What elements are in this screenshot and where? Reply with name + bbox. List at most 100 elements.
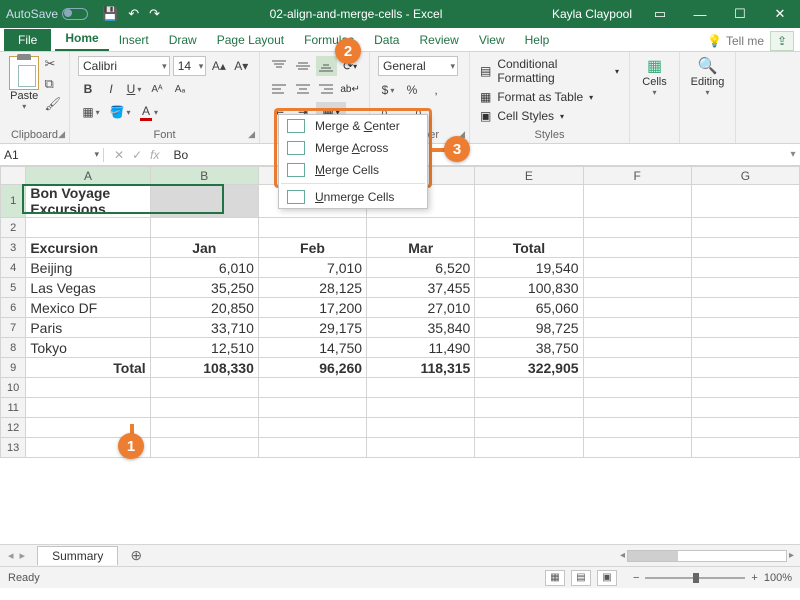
user-name[interactable]: Kayla Claypool: [544, 7, 640, 21]
cell-F8[interactable]: [583, 338, 691, 358]
bold-button[interactable]: B: [78, 79, 98, 99]
cell-E5[interactable]: 100,830: [475, 278, 583, 298]
cell-F12[interactable]: [583, 418, 691, 438]
cell-D11[interactable]: [367, 398, 475, 418]
worksheet[interactable]: A B C D E F G 1Bon Voyage Excursions23Ex…: [0, 166, 800, 544]
cell-B7[interactable]: 33,710: [150, 318, 258, 338]
cell-G13[interactable]: [691, 438, 799, 458]
horizontal-scrollbar[interactable]: [627, 550, 787, 562]
cell-F7[interactable]: [583, 318, 691, 338]
cell-E4[interactable]: 19,540: [475, 258, 583, 278]
align-left-icon[interactable]: [268, 79, 290, 99]
cell-F9[interactable]: [583, 358, 691, 378]
maximize-icon[interactable]: ☐: [720, 0, 760, 28]
cell-B11[interactable]: [150, 398, 258, 418]
cell-F4[interactable]: [583, 258, 691, 278]
menu-merge-center[interactable]: Merge & Center: [279, 115, 427, 137]
row-header-9[interactable]: 9: [1, 358, 26, 378]
cell-E12[interactable]: [475, 418, 583, 438]
align-top-icon[interactable]: [268, 56, 290, 76]
col-header-e[interactable]: E: [475, 167, 583, 185]
cell-G2[interactable]: [691, 218, 799, 238]
percent-icon[interactable]: %: [402, 80, 422, 100]
col-header-b[interactable]: B: [150, 167, 258, 185]
cell-G3[interactable]: [691, 238, 799, 258]
add-sheet-button[interactable]: ⊕: [122, 547, 150, 564]
cell-B8[interactable]: 12,510: [150, 338, 258, 358]
menu-merge-cells[interactable]: Merge Cells: [279, 159, 427, 181]
cell-D5[interactable]: 37,455: [367, 278, 475, 298]
underline-button[interactable]: U▾: [124, 79, 144, 99]
italic-button[interactable]: I: [101, 79, 121, 99]
row-header-2[interactable]: 2: [1, 218, 26, 238]
cells-button[interactable]: ▦ Cells ▾: [638, 56, 671, 97]
share-button[interactable]: ⇪: [770, 31, 794, 51]
align-right-icon[interactable]: [316, 79, 338, 99]
cell-C7[interactable]: 29,175: [258, 318, 366, 338]
cell-B10[interactable]: [150, 378, 258, 398]
cell-B5[interactable]: 35,250: [150, 278, 258, 298]
row-header-1[interactable]: 1: [1, 185, 26, 218]
cell-A4[interactable]: Beijing: [26, 258, 150, 278]
cell-E3[interactable]: Total: [475, 238, 583, 258]
cell-F6[interactable]: [583, 298, 691, 318]
cell-G1[interactable]: [691, 185, 799, 218]
cell-A1[interactable]: Bon Voyage Excursions: [26, 185, 150, 218]
cell-B9[interactable]: 108,330: [150, 358, 258, 378]
format-painter-icon[interactable]: 🖌: [44, 96, 61, 112]
menu-unmerge-cells[interactable]: Unmerge Cells: [279, 186, 427, 208]
cut-icon[interactable]: ✂: [44, 56, 61, 72]
row-header-3[interactable]: 3: [1, 238, 26, 258]
cell-E13[interactable]: [475, 438, 583, 458]
cell-B2[interactable]: [150, 218, 258, 238]
cell-F13[interactable]: [583, 438, 691, 458]
row-header-10[interactable]: 10: [1, 378, 26, 398]
minimize-icon[interactable]: —: [680, 0, 720, 28]
hscroll-right-icon[interactable]: ▸: [789, 550, 794, 561]
cell-F2[interactable]: [583, 218, 691, 238]
tab-insert[interactable]: Insert: [109, 29, 159, 51]
cell-E1[interactable]: [475, 185, 583, 218]
enter-formula-icon[interactable]: ✓: [132, 148, 142, 162]
cancel-formula-icon[interactable]: ✕: [114, 148, 124, 162]
cell-D7[interactable]: 35,840: [367, 318, 475, 338]
select-all-corner[interactable]: [1, 167, 26, 185]
redo-icon[interactable]: ↷: [149, 6, 160, 22]
cell-F3[interactable]: [583, 238, 691, 258]
tab-help[interactable]: Help: [515, 29, 560, 51]
expand-formula-icon[interactable]: ▾: [786, 149, 800, 160]
cell-G9[interactable]: [691, 358, 799, 378]
copy-icon[interactable]: ⧉: [44, 76, 61, 92]
cell-E7[interactable]: 98,725: [475, 318, 583, 338]
tab-draw[interactable]: Draw: [159, 29, 207, 51]
wrap-text-icon[interactable]: ab↵: [339, 79, 361, 99]
row-header-12[interactable]: 12: [1, 418, 26, 438]
zoom-in-icon[interactable]: +: [751, 572, 757, 584]
normal-view-icon[interactable]: ▦: [545, 570, 565, 586]
cell-E6[interactable]: 65,060: [475, 298, 583, 318]
cell-A11[interactable]: [26, 398, 150, 418]
col-header-a[interactable]: A: [26, 167, 150, 185]
cell-C3[interactable]: Feb: [258, 238, 366, 258]
cell-B12[interactable]: [150, 418, 258, 438]
row-header-13[interactable]: 13: [1, 438, 26, 458]
increase-font-icon[interactable]: A▴: [209, 56, 228, 76]
cell-D12[interactable]: [367, 418, 475, 438]
cell-F11[interactable]: [583, 398, 691, 418]
cell-A10[interactable]: [26, 378, 150, 398]
paste-button[interactable]: Paste ▾: [8, 56, 40, 112]
cell-C4[interactable]: 7,010: [258, 258, 366, 278]
font-size-combo[interactable]: 14: [173, 56, 207, 76]
cell-styles-button[interactable]: ▣Cell Styles▾: [478, 108, 621, 124]
row-header-8[interactable]: 8: [1, 338, 26, 358]
row-header-7[interactable]: 7: [1, 318, 26, 338]
cell-E11[interactable]: [475, 398, 583, 418]
save-icon[interactable]: 💾: [102, 6, 118, 22]
cell-A7[interactable]: Paris: [26, 318, 150, 338]
cell-A8[interactable]: Tokyo: [26, 338, 150, 358]
cell-E8[interactable]: 38,750: [475, 338, 583, 358]
format-as-table-button[interactable]: ▦Format as Table▾: [478, 89, 621, 105]
cell-G5[interactable]: [691, 278, 799, 298]
tab-home[interactable]: Home: [55, 27, 108, 51]
cell-D10[interactable]: [367, 378, 475, 398]
